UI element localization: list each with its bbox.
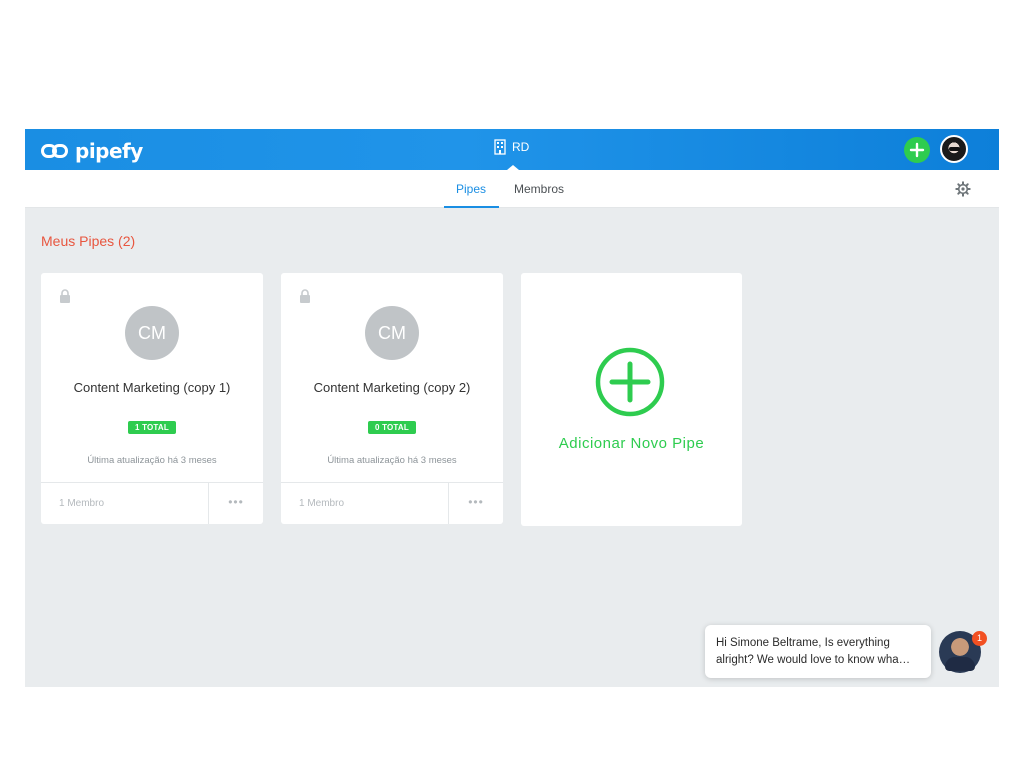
building-icon	[494, 139, 506, 155]
gear-icon[interactable]	[955, 181, 971, 197]
chat-message-text: Hi Simone Beltrame, Is everything alrigh…	[716, 637, 911, 666]
pipe-initials-avatar: CM	[365, 306, 419, 360]
card-count-badge: 1 TOTAL	[128, 421, 176, 434]
card-footer: 1 Membro •••	[41, 482, 263, 524]
lock-icon	[300, 289, 310, 303]
chat-message-popup[interactable]: Hi Simone Beltrame, Is everything alrigh…	[705, 625, 931, 678]
organization-name: RD	[512, 140, 530, 154]
active-tab-indicator	[444, 206, 499, 208]
tab-membros[interactable]: Membros	[514, 182, 564, 196]
more-options-button[interactable]: •••	[448, 483, 503, 524]
pipe-name[interactable]: Content Marketing (copy 2)	[281, 380, 503, 395]
pipe-card[interactable]: CM Content Marketing (copy 1) 1 TOTAL Úl…	[41, 273, 263, 524]
members-count[interactable]: 1 Membro	[299, 498, 344, 509]
tab-bar: Pipes Membros	[25, 170, 999, 208]
last-updated-text: Última atualização há 3 meses	[327, 455, 457, 466]
notification-badge: 1	[972, 631, 987, 646]
more-options-button[interactable]: •••	[208, 483, 263, 524]
pipe-name[interactable]: Content Marketing (copy 1)	[41, 380, 263, 395]
plus-circle-icon	[595, 347, 665, 417]
card-count-badge: 0 TOTAL	[368, 421, 416, 434]
pipefy-logo-icon	[41, 141, 71, 161]
top-header: pipefy RD	[25, 129, 999, 170]
add-new-pipe-label: Adicionar Novo Pipe	[558, 435, 705, 452]
pipe-card[interactable]: CM Content Marketing (copy 2) 0 TOTAL Úl…	[281, 273, 503, 524]
app-window: pipefy RD Pipes Membros Meus Pipes (2) C…	[25, 129, 999, 687]
last-updated-text: Última atualização há 3 meses	[87, 455, 217, 466]
tab-pipes[interactable]: Pipes	[456, 182, 486, 196]
card-footer: 1 Membro •••	[281, 482, 503, 524]
members-count[interactable]: 1 Membro	[59, 498, 104, 509]
pipe-initials-avatar: CM	[125, 306, 179, 360]
user-avatar[interactable]	[940, 135, 968, 163]
pipefy-logo[interactable]: pipefy	[41, 139, 143, 163]
add-new-pipe-card[interactable]: Adicionar Novo Pipe	[521, 273, 742, 526]
plus-icon	[909, 142, 925, 158]
organization-switcher[interactable]: RD	[494, 139, 529, 155]
logo-text: pipefy	[75, 139, 143, 163]
section-title: Meus Pipes (2)	[41, 233, 136, 249]
lock-icon	[60, 289, 70, 303]
add-button[interactable]	[904, 137, 930, 163]
